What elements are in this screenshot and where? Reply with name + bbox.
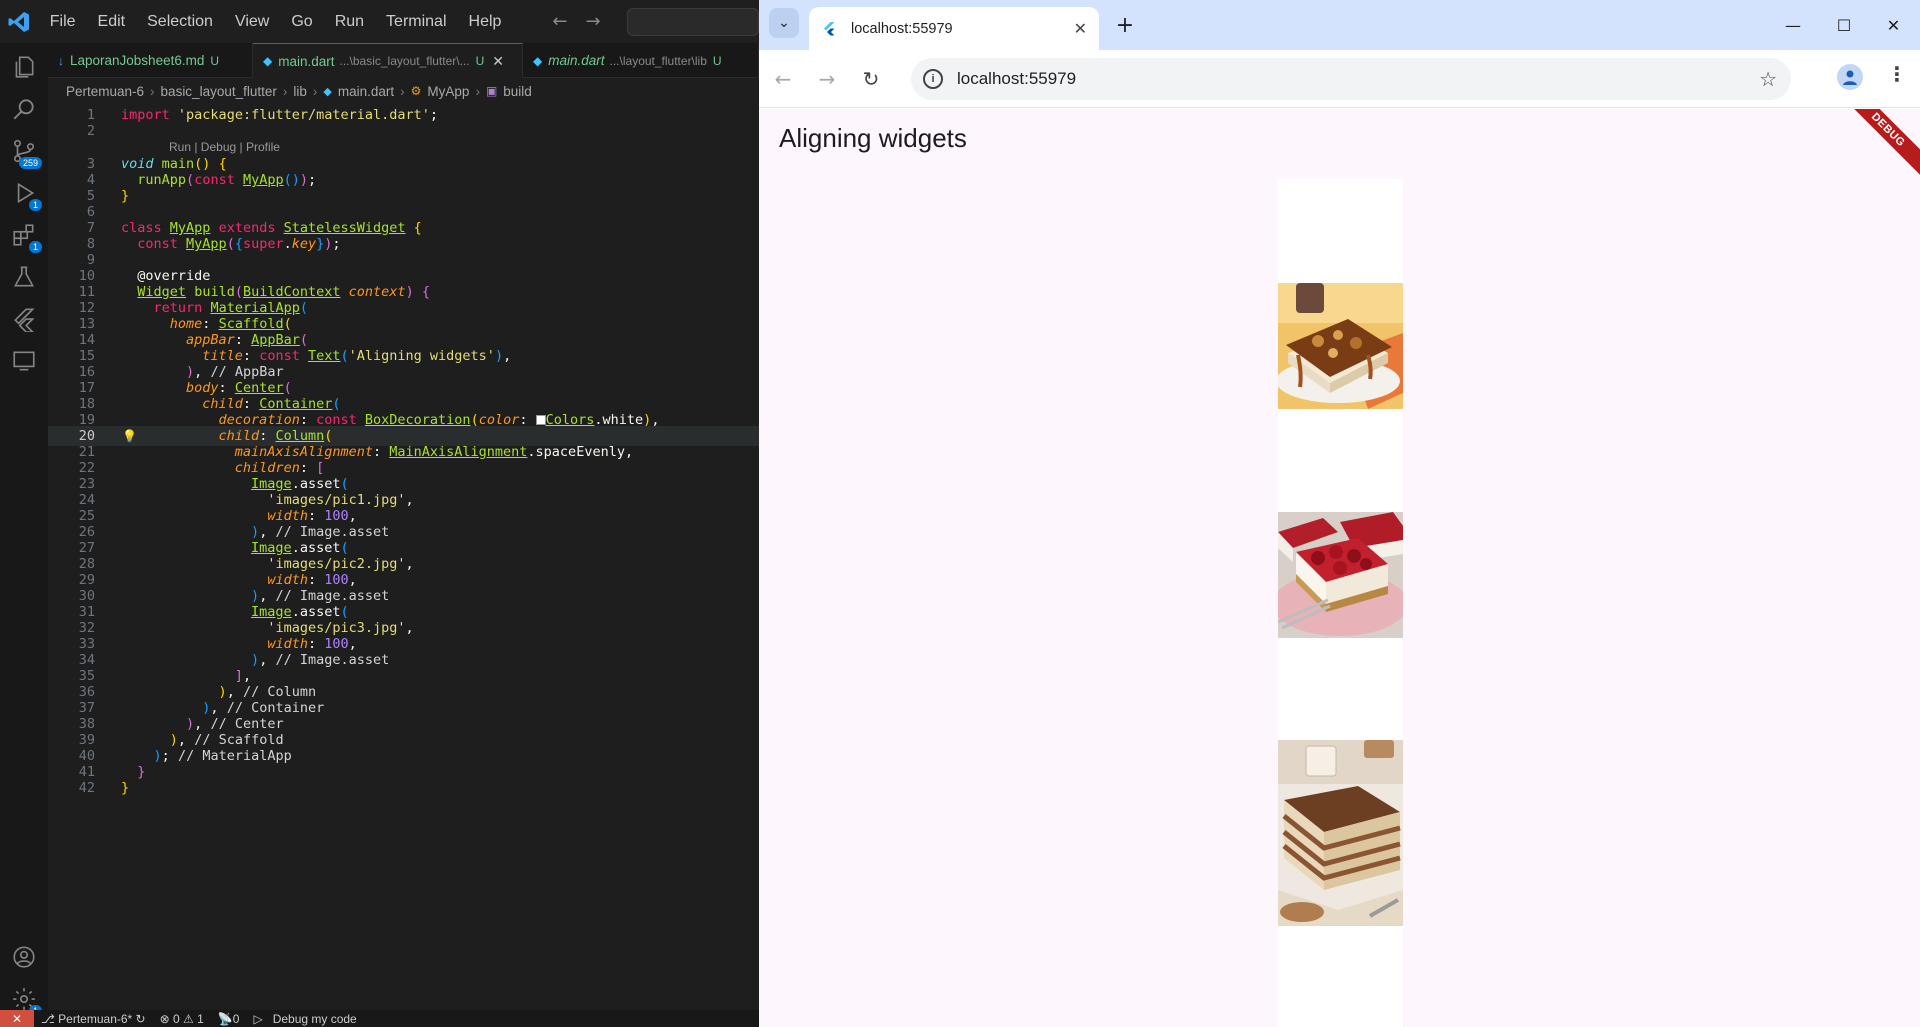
error-count: 0 bbox=[173, 1011, 180, 1026]
browser-toolbar: ← → ↻ i localhost:55979 ☆ bbox=[759, 50, 1920, 108]
tab-status: U bbox=[210, 53, 220, 68]
tab-status: U bbox=[712, 53, 722, 68]
back-arrow-icon[interactable]: ← bbox=[552, 11, 567, 32]
run-debug-icon[interactable]: 1 bbox=[0, 169, 48, 217]
class-icon: ⚙ bbox=[410, 84, 422, 98]
back-icon[interactable]: ← bbox=[769, 65, 797, 93]
accounts-icon[interactable] bbox=[0, 933, 48, 981]
flutter-app-viewport: Aligning widgets DEBUG bbox=[759, 109, 1920, 1027]
ports-status[interactable]: 📡0 bbox=[211, 1012, 247, 1026]
flutter-favicon-icon bbox=[824, 21, 835, 35]
debug-badge: 1 bbox=[28, 199, 42, 211]
code-line: 2 bbox=[86, 123, 95, 139]
debug-banner: DEBUG bbox=[1839, 109, 1920, 179]
extensions-icon[interactable]: 1 bbox=[0, 211, 48, 259]
search-icon[interactable] bbox=[0, 85, 48, 133]
markdown-icon: ↓ bbox=[58, 53, 64, 68]
site-info-icon[interactable]: i bbox=[923, 69, 943, 89]
branch-status[interactable]: ⎇ Pertemuan-6* ↻ bbox=[34, 1012, 153, 1026]
tab-label: main.dart bbox=[278, 53, 335, 69]
breadcrumb-item[interactable]: main.dart bbox=[338, 84, 394, 99]
breadcrumb-item[interactable]: lib bbox=[293, 84, 307, 99]
flutter-icon[interactable] bbox=[0, 295, 48, 343]
forward-icon[interactable]: → bbox=[813, 65, 841, 93]
tab-main-dart-active[interactable]: ◆ main.dart ...\basic_layout_flutter\...… bbox=[253, 43, 523, 78]
url-text: localhost:55979 bbox=[957, 69, 1077, 88]
menu-terminal[interactable]: Terminal bbox=[375, 0, 457, 43]
code-line: 42} bbox=[78, 780, 130, 796]
remote-icon[interactable]: ✕ bbox=[0, 1010, 34, 1027]
tab-laporan[interactable]: ↓ LaporanJobsheet6.md U bbox=[48, 43, 253, 78]
menu-help[interactable]: Help bbox=[458, 0, 513, 43]
bookmark-star-icon[interactable]: ☆ bbox=[1759, 67, 1777, 92]
code-editor[interactable]: 1 import 'package:flutter/material.dart';… bbox=[48, 104, 759, 1010]
breadcrumb-item[interactable]: Pertemuan-6 bbox=[66, 84, 144, 99]
menu-edit[interactable]: Edit bbox=[87, 0, 137, 43]
menu-selection[interactable]: Selection bbox=[136, 0, 224, 43]
vscode-logo-icon bbox=[0, 0, 39, 43]
debug-label: Debug my code bbox=[272, 1011, 357, 1026]
browser-tab[interactable]: localhost:55979 ✕ bbox=[809, 7, 1099, 50]
command-center-search[interactable] bbox=[626, 7, 759, 36]
tab-main-dart-layout[interactable]: ◆ main.dart ...\layout_flutter\lib U bbox=[523, 43, 759, 78]
activity-bar: 259 1 1 1 bbox=[0, 43, 48, 1017]
scm-badge: 259 bbox=[18, 157, 42, 169]
address-bar[interactable]: i localhost:55979 ☆ bbox=[911, 58, 1791, 100]
menu-file[interactable]: File bbox=[39, 0, 87, 43]
remote-explorer-icon[interactable] bbox=[0, 337, 48, 385]
tab-strip: ⌄ localhost:55979 ✕ + — ☐ ✕ bbox=[759, 0, 1920, 50]
explorer-icon[interactable] bbox=[0, 43, 48, 91]
close-tab-icon[interactable]: ✕ bbox=[1074, 19, 1087, 39]
dart-icon: ◆ bbox=[263, 54, 273, 68]
breadcrumb-item[interactable]: basic_layout_flutter bbox=[161, 84, 277, 99]
warning-count: 1 bbox=[197, 1011, 204, 1026]
menu-go[interactable]: Go bbox=[280, 0, 323, 43]
menu-view[interactable]: View bbox=[224, 0, 280, 43]
tab-title: localhost:55979 bbox=[851, 20, 953, 37]
pic1-caramel-cake-image bbox=[1278, 283, 1403, 409]
new-tab-plus-icon[interactable]: + bbox=[1111, 11, 1139, 39]
method-icon: ▣ bbox=[485, 84, 498, 98]
dart-icon: ◆ bbox=[533, 53, 543, 68]
ports-count: 0 bbox=[232, 1011, 240, 1026]
tab-path: ...\layout_flutter\lib bbox=[609, 53, 707, 68]
menu-run[interactable]: Run bbox=[324, 0, 375, 43]
debug-status[interactable]: ▷ Debug my code bbox=[246, 1012, 363, 1026]
tab-label: LaporanJobsheet6.md bbox=[70, 53, 205, 68]
tab-path: ...\basic_layout_flutter\... bbox=[339, 54, 470, 68]
minimize-icon[interactable]: — bbox=[1765, 0, 1821, 50]
status-bar: ✕ ⎇ Pertemuan-6* ↻ ⊗ 0 ⚠ 1 📡0 ▷ Debug my… bbox=[0, 1010, 759, 1027]
pic3-tiramisu-image bbox=[1278, 740, 1403, 926]
breadcrumb: Pertemuan-6 › basic_layout_flutter › lib › … bbox=[66, 83, 532, 99]
reload-icon[interactable]: ↻ bbox=[857, 65, 885, 93]
chrome-window: ⌄ localhost:55979 ✕ + — ☐ ✕ ← → ↻ i loca… bbox=[759, 0, 1920, 1027]
menu-bar: File Edit Selection View Go Run Terminal… bbox=[39, 0, 513, 43]
kebab-menu-icon[interactable]: ⋮ bbox=[1887, 62, 1907, 86]
tab-search-chevron-icon[interactable]: ⌄ bbox=[769, 8, 799, 38]
forward-arrow-icon[interactable]: → bbox=[586, 11, 601, 32]
source-control-icon[interactable]: 259 bbox=[0, 127, 48, 175]
profile-avatar-icon[interactable] bbox=[1837, 64, 1863, 90]
maximize-icon[interactable]: ☐ bbox=[1816, 0, 1872, 50]
tab-status: U bbox=[475, 54, 485, 68]
branch-name: Pertemuan-6* bbox=[58, 1011, 133, 1026]
close-icon[interactable]: ✕ bbox=[492, 53, 504, 70]
tab-label: main.dart bbox=[548, 53, 605, 68]
breadcrumb-item[interactable]: build bbox=[503, 84, 532, 99]
editor-tabs: ↓ LaporanJobsheet6.md U ◆ main.dart ...\… bbox=[48, 43, 759, 78]
pic2-cherry-cheesecake-image bbox=[1278, 512, 1403, 638]
history-nav: ← → bbox=[552, 11, 600, 32]
app-bar-title: Aligning widgets bbox=[779, 123, 967, 153]
vscode-window: File Edit Selection View Go Run Terminal… bbox=[0, 0, 759, 1027]
dart-icon: ◆ bbox=[323, 85, 332, 98]
problems-status[interactable]: ⊗ 0 ⚠ 1 bbox=[153, 1012, 211, 1026]
testing-flask-icon[interactable] bbox=[0, 253, 48, 301]
breadcrumb-item[interactable]: MyApp bbox=[427, 84, 469, 99]
extensions-badge: 1 bbox=[28, 241, 42, 253]
close-window-icon[interactable]: ✕ bbox=[1867, 0, 1920, 50]
vscode-titlebar: File Edit Selection View Go Run Terminal… bbox=[0, 0, 759, 43]
